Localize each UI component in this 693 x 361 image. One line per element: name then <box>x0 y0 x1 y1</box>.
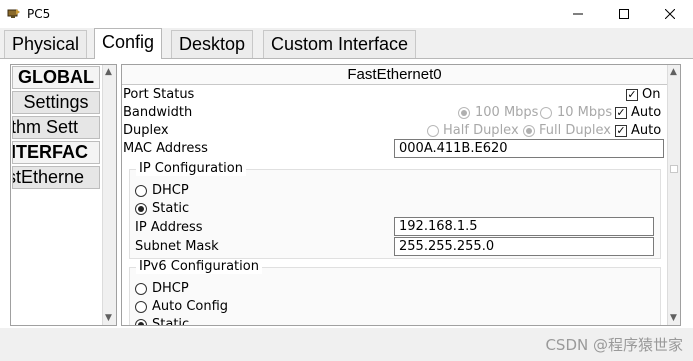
scroll-up-icon[interactable]: ▲ <box>105 67 112 77</box>
panel-title: FastEthernet0 <box>122 65 667 85</box>
port-status-on-label: On <box>642 87 661 102</box>
config-sidebar: GLOBAL Settings rithm Sett NTERFAC stEth… <box>10 64 117 326</box>
minimize-button[interactable] <box>555 0 601 28</box>
sidebar-item-fastethernet0[interactable]: stEtherne <box>12 166 100 189</box>
status-bar: CSDN @程序猿世家 <box>0 328 693 361</box>
ipv6-auto-config-radio[interactable] <box>135 301 147 313</box>
bandwidth-10-radio[interactable] <box>540 107 552 119</box>
subnet-mask-field[interactable]: 255.255.255.0 <box>394 237 654 256</box>
sidebar-scrollbar[interactable]: ▲ ▼ <box>102 65 116 325</box>
ip-address-label: IP Address <box>135 220 203 235</box>
duplex-auto-checkbox[interactable]: ✓ <box>615 125 627 137</box>
tab-desktop[interactable]: Desktop <box>171 30 254 58</box>
ip-address-field[interactable]: 192.168.1.5 <box>394 217 654 236</box>
tab-config[interactable]: Config <box>94 28 163 59</box>
port-status-checkbox[interactable]: ✓ <box>626 89 638 101</box>
tab-strip: Physical Config Desktop Custom Interface <box>0 28 693 59</box>
sidebar-item-global[interactable]: GLOBAL <box>12 66 100 89</box>
title-bar: PC5 <box>0 0 693 28</box>
bandwidth-auto-checkbox[interactable]: ✓ <box>615 107 627 119</box>
scroll-down-icon[interactable]: ▼ <box>670 313 677 323</box>
close-button[interactable] <box>647 0 693 28</box>
ipv6-dhcp-label: DHCP <box>152 281 189 296</box>
interface-panel: FastEthernet0 Port Status ✓ On Bandwidth… <box>121 64 681 326</box>
ipv6-static-radio[interactable] <box>135 319 147 325</box>
bandwidth-100-label: 100 Mbps <box>475 105 539 120</box>
scroll-up-icon[interactable]: ▲ <box>670 67 677 77</box>
minimize-icon <box>573 13 583 15</box>
bandwidth-100-radio[interactable] <box>458 107 470 119</box>
half-duplex-radio[interactable] <box>427 125 439 137</box>
sidebar-item-interface[interactable]: NTERFAC <box>12 141 100 164</box>
maximize-button[interactable] <box>601 0 647 28</box>
ipv4-static-label: Static <box>152 201 190 216</box>
window-title: PC5 <box>27 7 51 21</box>
subnet-mask-label: Subnet Mask <box>135 239 219 254</box>
port-status-label: Port Status <box>123 87 195 102</box>
ipv6-configuration-group: IPv6 Configuration DHCP Auto Config Stat… <box>129 259 661 326</box>
bandwidth-label: Bandwidth <box>123 105 193 120</box>
half-duplex-label: Half Duplex <box>443 123 519 138</box>
ipv4-static-radio[interactable] <box>135 203 147 215</box>
duplex-auto-label: Auto <box>631 123 662 138</box>
ipv6-auto-config-label: Auto Config <box>152 299 229 314</box>
bandwidth-10-label: 10 Mbps <box>557 105 613 120</box>
scroll-thumb[interactable] <box>670 165 678 173</box>
duplex-label: Duplex <box>123 123 169 138</box>
scroll-down-icon[interactable]: ▼ <box>105 313 112 323</box>
ipv4-dhcp-label: DHCP <box>152 183 189 198</box>
ipv4-dhcp-radio[interactable] <box>135 185 147 197</box>
full-duplex-label: Full Duplex <box>539 123 611 138</box>
bandwidth-auto-label: Auto <box>631 105 662 120</box>
mac-address-field[interactable]: 000A.411B.E620 <box>394 139 664 158</box>
ipv6-dhcp-radio[interactable] <box>135 283 147 295</box>
ipv6-configuration-title: IPv6 Configuration <box>136 259 262 274</box>
maximize-icon <box>619 9 629 19</box>
tab-custom-interface[interactable]: Custom Interface <box>263 30 417 58</box>
full-duplex-radio[interactable] <box>523 125 535 137</box>
sidebar-item-algorithm-settings[interactable]: rithm Sett <box>12 116 100 139</box>
panel-scrollbar[interactable]: ▲ ▼ <box>667 65 680 325</box>
close-icon <box>665 9 675 19</box>
ip-configuration-group: IP Configuration DHCP Static IP Address … <box>129 161 661 259</box>
ipv6-static-label: Static <box>152 317 190 326</box>
tab-physical[interactable]: Physical <box>4 30 88 58</box>
ip-configuration-title: IP Configuration <box>136 161 246 176</box>
watermark-text: CSDN @程序猿世家 <box>545 336 683 354</box>
network-pc-icon <box>7 9 20 18</box>
mac-address-label: MAC Address <box>123 141 208 156</box>
sidebar-item-settings[interactable]: Settings <box>12 91 100 114</box>
